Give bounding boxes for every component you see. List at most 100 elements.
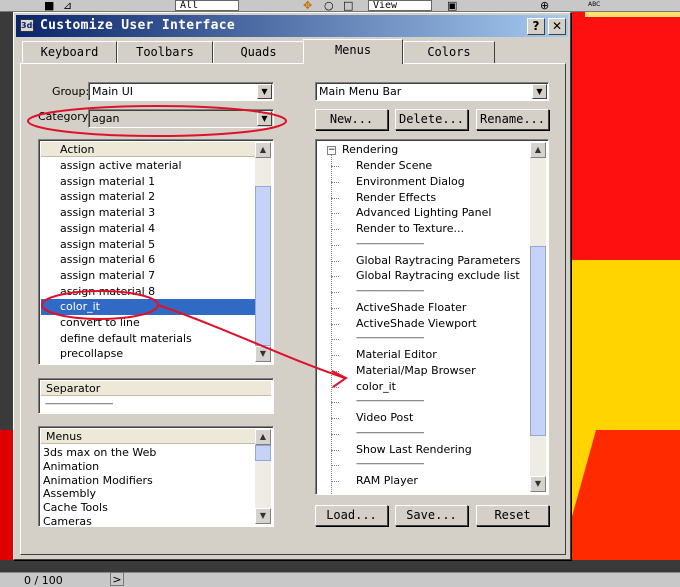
reference-coordinate-dropdown[interactable]: View [368,0,432,11]
separator-column-header[interactable]: Separator [41,381,271,396]
tree-connector [331,276,339,278]
collapse-icon[interactable]: − [327,146,336,155]
tab-quads[interactable]: Quads [213,41,304,63]
tree-menu-item[interactable]: ActiveShade Viewport [356,316,477,332]
tree-menu-item[interactable]: Global Raytracing exclude list [356,268,520,284]
help-button[interactable]: ? [527,18,545,35]
menu-tree-scrollbar[interactable]: ▲ ▼ [530,142,546,492]
tree-menu-item[interactable]: Environment Dialog [356,174,465,190]
action-item[interactable]: assign active material [41,158,257,174]
action-item[interactable]: assign material 1 [41,174,257,190]
action-item-selected[interactable]: color_it [41,299,257,316]
time-slider[interactable]: 0 / 100 > [0,572,680,587]
category-label: Category: [38,110,92,123]
spell-icon[interactable]: ABC [588,0,600,10]
action-item[interactable]: assign material 8 [41,284,257,300]
tree-menu-item[interactable]: Video Post [356,410,413,426]
scroll-thumb[interactable] [255,186,271,346]
link-icon[interactable]: ⊿ [63,0,72,12]
group-dropdown[interactable]: Main UI ▼ [88,82,274,101]
tree-root-rendering[interactable]: Rendering [342,142,398,158]
next-frame-button[interactable]: > [110,572,124,586]
tree-separator[interactable]: ------------------------------ [356,426,424,442]
mirror-icon[interactable]: ⊕ [540,0,549,12]
tree-menu-item[interactable]: Render Scene [356,158,432,174]
tree-menu-item[interactable]: Advanced Lighting Panel [356,205,491,221]
scroll-up-icon[interactable]: ▲ [255,142,271,158]
scroll-thumb[interactable] [255,445,271,461]
category-dropdown[interactable]: agan ▼ [88,109,274,128]
tree-connector [331,386,339,388]
chevron-down-icon[interactable]: ▼ [257,111,272,126]
scroll-up-icon[interactable]: ▲ [530,142,546,158]
tree-line [331,154,332,494]
dialog-titlebar[interactable]: 3ds Customize User Interface ? ✕ [16,15,568,37]
scroll-down-icon[interactable]: ▼ [530,476,546,492]
category-value: agan [92,112,120,125]
action-item[interactable]: assign material 2 [41,189,257,205]
tree-menu-item[interactable]: ActiveShade Floater [356,300,466,316]
load-button[interactable]: Load... [315,505,388,526]
rotate-icon[interactable]: ○ [324,0,334,12]
tree-connector [331,433,339,435]
scroll-up-icon[interactable]: ▲ [255,429,271,445]
scroll-down-icon[interactable]: ▼ [255,346,271,362]
close-button[interactable]: ✕ [548,18,566,35]
action-column-header[interactable]: Action [41,142,257,157]
tree-menu-item[interactable]: Material/Map Browser [356,363,476,379]
tree-connector [331,465,339,467]
main-toolbar: ■ ⊿ All ✥ ○ □ View ▣ ⊕ ABC [0,0,680,12]
action-item[interactable]: assign material 7 [41,268,257,284]
action-item[interactable]: convert to line [41,315,257,331]
tab-menus[interactable]: Menus [303,39,403,64]
save-button[interactable]: Save... [395,505,468,526]
action-item[interactable]: assign material 6 [41,252,257,268]
tree-menu-item[interactable]: Material Editor [356,347,437,363]
tree-menu-item[interactable]: color_it [356,379,396,395]
rename-menu-button[interactable]: Rename... [476,109,549,130]
separator-item[interactable]: ------------------------------ [45,397,113,413]
tab-toolbars[interactable]: Toolbars [117,41,213,63]
scale-icon[interactable]: □ [343,0,353,12]
reset-button[interactable]: Reset [476,505,549,526]
scroll-down-icon[interactable]: ▼ [255,508,271,524]
tree-menu-item[interactable]: Show Last Rendering [356,442,472,458]
tree-menu-item[interactable]: RAM Player [356,473,418,489]
action-list-scrollbar[interactable]: ▲ ▼ [255,142,271,362]
tab-keyboard[interactable]: Keyboard [22,41,117,63]
new-menu-button[interactable]: New... [315,109,388,130]
delete-menu-button[interactable]: Delete... [395,109,468,130]
menu-tree[interactable]: − Rendering Render Scene Environment Dial… [315,139,549,495]
tree-separator[interactable]: ------------------------------ [356,331,424,347]
tree-separator[interactable]: ------------------------------ [356,237,424,253]
tree-separator[interactable]: ------------------------------ [356,457,424,473]
tree-separator[interactable]: ------------------------------ [356,284,424,300]
menus-list-scrollbar[interactable]: ▲ ▼ [255,429,271,524]
tree-connector [331,355,339,356]
tree-connector [331,244,339,246]
chevron-down-icon[interactable]: ▼ [257,84,272,99]
tree-connector [331,260,339,262]
select-icon[interactable]: ■ [44,0,54,12]
tree-separator[interactable]: ------------------------------ [356,394,424,410]
move-icon[interactable]: ✥ [303,0,312,12]
action-item[interactable]: assign material 5 [41,237,257,253]
chevron-down-icon[interactable]: ▼ [532,84,547,99]
tree-menu-item[interactable]: Render Effects [356,190,436,206]
action-item[interactable]: define default materials [41,331,257,347]
action-item[interactable]: assign material 3 [41,205,257,221]
action-item[interactable]: assign material 4 [41,221,257,237]
menus-column-header[interactable]: Menus [41,429,257,444]
menus-list[interactable]: Menus 3ds max on the Web Animation Animati… [38,426,274,527]
tree-menu-item[interactable]: Render to Texture... [356,221,464,237]
menu-list-item[interactable]: Cameras [43,514,92,526]
pivot-icon[interactable]: ▣ [447,0,457,12]
menu-bar-dropdown[interactable]: Main Menu Bar ▼ [315,82,549,101]
selection-filter-dropdown[interactable]: All [175,0,239,11]
action-list[interactable]: Action assign active material assign mate… [38,139,274,365]
tree-menu-item[interactable]: Global Raytracing Parameters [356,253,520,269]
scroll-thumb[interactable] [530,246,546,436]
tab-colors[interactable]: Colors [403,41,495,63]
separator-list[interactable]: Separator ------------------------------ [38,378,274,414]
action-item[interactable]: precollapse [41,346,257,362]
